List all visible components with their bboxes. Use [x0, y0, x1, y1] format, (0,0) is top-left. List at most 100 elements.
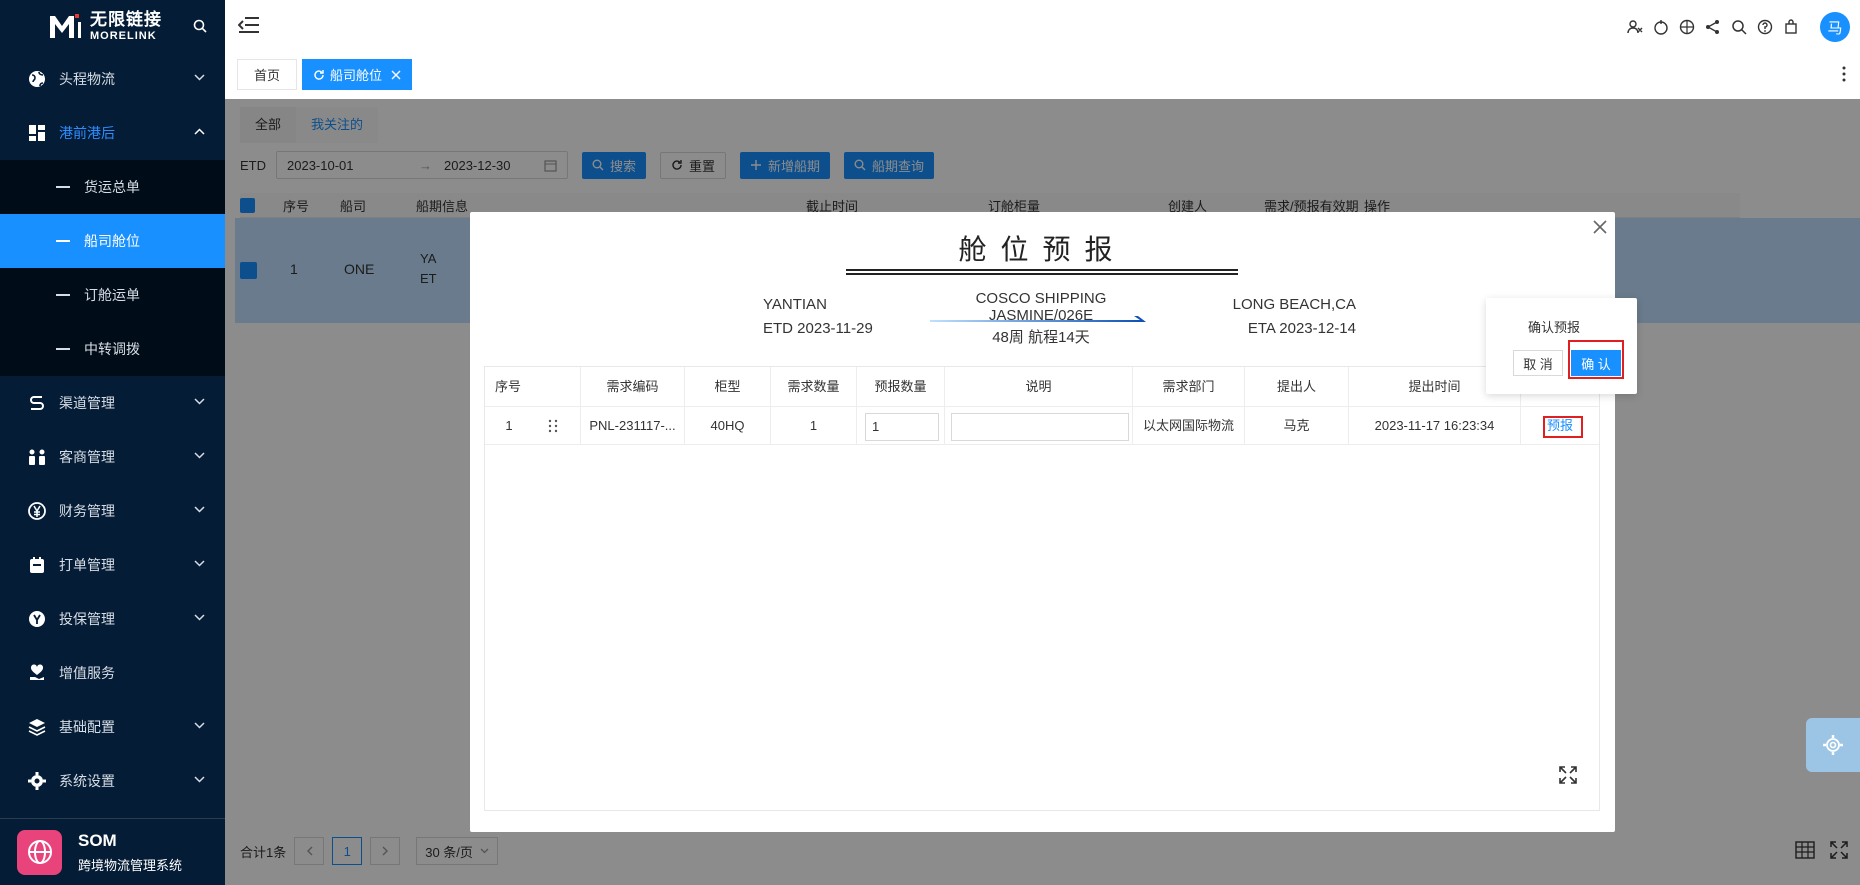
- row-proposed-time: 2023-11-17 16:23:34: [1349, 407, 1521, 445]
- route-icon: [30, 396, 44, 410]
- drag-handle-icon[interactable]: [548, 419, 558, 433]
- menu-item-insurance[interactable]: 投保管理: [0, 592, 225, 646]
- bag-icon[interactable]: [1778, 14, 1804, 40]
- tab-carrier-space[interactable]: 船司舱位: [302, 59, 413, 90]
- row-container-type: 40HQ: [685, 407, 771, 445]
- submenu: 货运总单 船司舱位 订舱运单 中转调拨: [0, 160, 225, 376]
- menu-item-channel[interactable]: 渠道管理: [0, 376, 225, 430]
- system-full-name: 跨境物流管理系统: [78, 857, 183, 873]
- menu-item-customer[interactable]: 客商管理: [0, 430, 225, 484]
- col-demand-code: 需求编码: [581, 367, 685, 407]
- avatar[interactable]: 马: [1820, 12, 1850, 42]
- top-header: 马: [225, 0, 1860, 52]
- chevron-up-icon: [194, 128, 205, 135]
- dashboard-icon: [29, 125, 45, 141]
- description-input[interactable]: [951, 413, 1129, 441]
- page-tabs-bar: 首页 船司舱位: [225, 52, 1860, 99]
- submenu-item-transfer[interactable]: 中转调拨: [0, 322, 225, 376]
- space-forecast-modal: 舱位预报 YANTIAN ETD 2023-11-29 COSCO SHIPPI…: [470, 212, 1615, 832]
- system-globe-icon: [17, 829, 62, 875]
- col-proposer: 提出人: [1245, 367, 1349, 407]
- sidebar: 无限链接 MORELINK 头程物流 港前港后 货运总单 船司舱位 订舱运单 中…: [0, 0, 225, 885]
- menu-item-base-config[interactable]: 基础配置: [0, 700, 225, 754]
- cancel-button[interactable]: 取 消: [1513, 350, 1563, 376]
- port-of-loading: YANTIAN: [763, 296, 827, 313]
- insurance-icon: [29, 611, 45, 627]
- confirm-popover: 确认预报 取 消 确 认: [1486, 298, 1637, 394]
- menu-item-finance[interactable]: 财务管理: [0, 484, 225, 538]
- eta-date: ETA 2023-12-14: [1247, 320, 1356, 337]
- print-icon: [30, 557, 44, 573]
- submenu-label: 货运总单: [84, 179, 140, 195]
- user-switch-icon[interactable]: [1622, 14, 1648, 40]
- route-arrow-icon: [930, 316, 1146, 322]
- title-underline: [846, 269, 1238, 275]
- settings-float-button[interactable]: [1806, 718, 1860, 772]
- submenu-label: 订舱运单: [84, 287, 140, 303]
- heart-hand-icon: [30, 664, 44, 680]
- col-index: 序号: [485, 367, 581, 407]
- highlight-box: [1568, 340, 1624, 379]
- brand-name-en: MORELINK: [90, 29, 157, 42]
- submenu-item-booking[interactable]: 订舱运单: [0, 268, 225, 322]
- menu-label: 头程物流: [59, 71, 115, 87]
- menu-label: 打单管理: [59, 557, 115, 573]
- system-badge: SOM 跨境物流管理系统: [0, 818, 225, 885]
- port-of-discharge: LONG BEACH,CA: [1232, 296, 1356, 313]
- chevron-down-icon: [194, 614, 205, 621]
- voyage-duration: 48周 航程14天: [992, 329, 1090, 346]
- tab-home[interactable]: 首页: [237, 59, 298, 90]
- confirm-message: 确认预报: [1528, 320, 1581, 335]
- tag-icon[interactable]: [1648, 14, 1674, 40]
- tab-label: 船司舱位: [330, 68, 383, 83]
- search-icon[interactable]: [193, 19, 207, 33]
- menu-label: 增值服务: [59, 665, 115, 681]
- menu-item-first-leg[interactable]: 头程物流: [0, 52, 225, 106]
- menu-label: 财务管理: [59, 503, 115, 519]
- system-short-name: SOM: [78, 830, 117, 850]
- menu-item-system-settings[interactable]: 系统设置: [0, 754, 225, 808]
- menu-item-value-added[interactable]: 增值服务: [0, 646, 225, 700]
- submenu-item-master[interactable]: 货运总单: [0, 160, 225, 214]
- submenu-label: 船司舱位: [84, 233, 140, 249]
- chevron-down-icon: [194, 398, 205, 405]
- menu-label: 渠道管理: [59, 395, 115, 411]
- help-icon[interactable]: [1752, 14, 1778, 40]
- row-demand-qty: 1: [771, 407, 857, 445]
- col-container-type: 柜型: [685, 367, 771, 407]
- chevron-down-icon: [194, 506, 205, 513]
- etd-date: ETD 2023-11-29: [763, 320, 873, 337]
- row-index: 1: [505, 418, 513, 433]
- menu-label: 基础配置: [59, 719, 115, 735]
- col-description: 说明: [945, 367, 1133, 407]
- customer-icon: [29, 449, 45, 465]
- forecast-table: 序号 需求编码 柜型 需求数量 预报数量 说明 需求部门 提出人 提出时间 1 …: [484, 366, 1600, 811]
- globe-icon: [29, 71, 45, 87]
- menu-item-print[interactable]: 打单管理: [0, 538, 225, 592]
- close-icon[interactable]: [391, 70, 401, 80]
- menu-label: 客商管理: [59, 449, 115, 465]
- collapse-menu-icon[interactable]: [238, 15, 260, 35]
- tab-label: 首页: [254, 68, 281, 83]
- chevron-down-icon: [194, 452, 205, 459]
- menu-label: 系统设置: [59, 773, 115, 789]
- gear-icon: [28, 772, 46, 790]
- row-department: 以太网国际物流: [1133, 407, 1245, 445]
- yen-icon: [28, 502, 46, 520]
- forecast-qty-input[interactable]: 1: [865, 413, 939, 441]
- menu-label: 投保管理: [59, 611, 115, 627]
- logo: 无限链接 MORELINK: [0, 0, 225, 52]
- more-vertical-icon[interactable]: [1842, 66, 1846, 82]
- expand-icon[interactable]: [1559, 766, 1577, 784]
- highlight-box: [1543, 416, 1583, 438]
- col-demand-qty: 需求数量: [771, 367, 857, 407]
- search-icon[interactable]: [1726, 14, 1752, 40]
- brand-name-cn: 无限链接: [90, 9, 162, 29]
- chevron-down-icon: [194, 776, 205, 783]
- menu-item-port[interactable]: 港前港后: [0, 106, 225, 160]
- share-icon[interactable]: [1700, 14, 1726, 40]
- submenu-item-carrier-space[interactable]: 船司舱位: [0, 214, 225, 268]
- modal-title: 舱位预报: [958, 234, 1127, 265]
- refresh-icon[interactable]: [313, 69, 325, 81]
- language-icon[interactable]: [1674, 14, 1700, 40]
